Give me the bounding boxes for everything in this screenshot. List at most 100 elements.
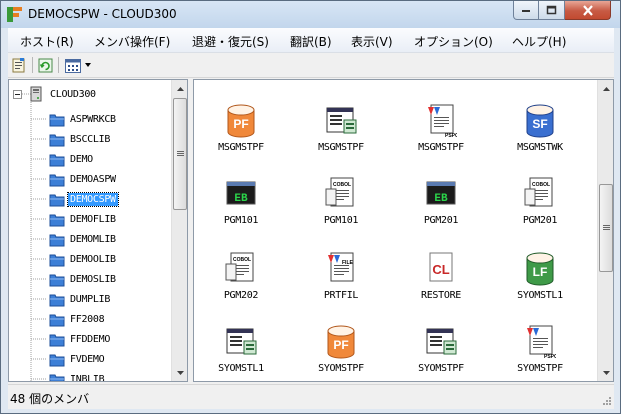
- tree-scrollbar[interactable]: [171, 80, 187, 381]
- minimize-icon: [522, 10, 530, 12]
- member-name: MSGMSTWK: [517, 142, 563, 153]
- member-name: PRTFIL: [323, 290, 359, 301]
- svg-text:PF: PF: [233, 117, 248, 131]
- display-file-icon: [225, 325, 257, 359]
- tree-item-library[interactable]: FFDDEMO: [49, 330, 112, 348]
- tree-root-label: CLOUD300: [50, 88, 96, 100]
- close-icon: [582, 4, 593, 16]
- menu-options[interactable]: オプション(O): [414, 33, 493, 50]
- maximize-button[interactable]: [539, 1, 565, 20]
- cobol-program-icon: COBOL: [524, 177, 556, 211]
- member-name: SYOMSTPF: [517, 363, 563, 374]
- tree-item-library[interactable]: DEMOASPW: [49, 170, 118, 188]
- refresh-button[interactable]: [36, 56, 54, 75]
- tree-item-label: DEMOMLIB: [70, 233, 116, 245]
- member-item[interactable]: LF SYOMSTL1: [498, 250, 582, 320]
- scroll-up-arrow[interactable]: [172, 80, 187, 97]
- tree-item-label: DEMOFLIB: [70, 213, 116, 225]
- toolbar-separator: [32, 57, 33, 73]
- tree-item-library[interactable]: DEMO: [49, 150, 95, 168]
- member-item[interactable]: PF SYOMSTPF: [299, 323, 383, 381]
- member-item[interactable]: SYOMSTL1: [199, 323, 283, 381]
- tree-item-library[interactable]: DUMPLIB: [49, 290, 112, 308]
- library-folder-icon: [49, 154, 65, 166]
- library-folder-icon: [49, 234, 65, 246]
- tree-item-library[interactable]: DEMOSLIB: [49, 270, 118, 288]
- member-item[interactable]: COBOL PGM202: [199, 250, 283, 320]
- library-folder-icon: [49, 354, 65, 366]
- library-folder-icon: [49, 294, 65, 306]
- svg-text:PSPC: PSPC: [445, 133, 457, 138]
- library-folder-icon: [49, 274, 65, 286]
- eb-program-icon: EB: [425, 177, 457, 211]
- logical-file-icon: LF: [524, 252, 556, 286]
- menu-member-operations[interactable]: メンバ操作(F): [94, 33, 170, 50]
- toolbar: [8, 53, 614, 78]
- member-name: PGM101: [223, 215, 259, 226]
- svg-text:LF: LF: [533, 265, 548, 279]
- tree-item-library[interactable]: DEMOCSPW: [49, 190, 119, 208]
- tree-item-library[interactable]: DEMOMLIB: [49, 230, 118, 248]
- member-item[interactable]: CL RESTORE: [399, 250, 483, 320]
- view-mode-button[interactable]: [63, 56, 93, 75]
- member-icon-view[interactable]: PF MSGMSTPF MSGMSTPF PSPC MSGMSTPF SF MSGMSTWK…: [193, 79, 614, 382]
- cobol-program-icon: COBOL: [325, 177, 357, 211]
- tree-item-library[interactable]: INBLIB: [49, 370, 106, 381]
- member-item[interactable]: MSGMSTPF: [299, 102, 383, 172]
- library-tree[interactable]: CLOUD300 ASPWRKCB BSCCLIB DEMO DEMOASPW DEMO…: [8, 79, 188, 382]
- tree-item-library[interactable]: DEMOOLIB: [49, 250, 118, 268]
- resize-grip-icon[interactable]: [600, 394, 612, 406]
- tree-item-library[interactable]: ASPWRKCB: [49, 110, 118, 128]
- member-name: MSGMSTPF: [318, 142, 364, 153]
- menu-help[interactable]: ヘルプ(H): [512, 33, 566, 50]
- collapse-icon[interactable]: [13, 89, 22, 99]
- tree-item-library[interactable]: DEMOFLIB: [49, 210, 118, 228]
- tree-root-node[interactable]: CLOUD300: [13, 85, 98, 103]
- member-item[interactable]: COBOL PGM201: [498, 175, 582, 245]
- scroll-down-arrow[interactable]: [598, 364, 613, 381]
- member-item[interactable]: SYOMSTPF: [399, 323, 483, 381]
- tree-scrollbar-thumb[interactable]: [173, 98, 187, 210]
- tree-item-library[interactable]: BSCCLIB: [49, 130, 112, 148]
- member-name: SYOMSTL1: [218, 363, 264, 374]
- library-folder-icon: [49, 334, 65, 346]
- server-icon: [30, 86, 42, 102]
- svg-text:COBOL: COBOL: [233, 257, 251, 263]
- member-item[interactable]: EB PGM101: [199, 175, 283, 245]
- cl-program-icon: CL: [425, 252, 457, 286]
- display-file-icon: [325, 104, 357, 138]
- eb-program-icon: EB: [225, 177, 257, 211]
- member-item[interactable]: SF MSGMSTWK: [498, 102, 582, 172]
- properties-button[interactable]: [10, 56, 28, 75]
- menu-view[interactable]: 表示(V): [351, 33, 393, 50]
- svg-text:SF: SF: [532, 117, 547, 131]
- member-scrollbar[interactable]: [597, 80, 613, 381]
- tree-item-label: FFDDEMO: [70, 333, 111, 345]
- minimize-button[interactable]: [513, 1, 539, 20]
- member-scrollbar-thumb[interactable]: [599, 184, 613, 272]
- menu-translate[interactable]: 翻訳(B): [290, 33, 332, 50]
- scroll-down-arrow[interactable]: [172, 364, 187, 381]
- member-item[interactable]: FILE PRTFIL: [299, 250, 383, 320]
- tree-item-library[interactable]: FF2008: [49, 310, 106, 328]
- printer-file-icon: FILE: [325, 252, 357, 286]
- member-name: MSGMSTPF: [218, 142, 264, 153]
- tree-item-label: DEMO: [70, 153, 93, 165]
- print-spec-icon: PSPC: [524, 325, 558, 360]
- scroll-up-arrow[interactable]: [598, 80, 613, 97]
- member-item[interactable]: PF MSGMSTPF: [199, 102, 283, 172]
- menu-save-restore[interactable]: 退避・復元(S): [192, 33, 269, 50]
- library-folder-icon: [49, 134, 65, 146]
- physical-file-icon: PF: [225, 104, 257, 138]
- tree-item-library[interactable]: FVDEMO: [49, 350, 106, 368]
- status-bar: 48 個のメンバ: [8, 384, 614, 408]
- menu-host[interactable]: ホスト(R): [20, 33, 74, 50]
- member-item[interactable]: COBOL PGM101: [299, 175, 383, 245]
- member-item[interactable]: PSPC MSGMSTPF: [399, 102, 483, 172]
- member-item[interactable]: EB PGM201: [399, 175, 483, 245]
- member-item[interactable]: PSPC SYOMSTPF: [498, 323, 582, 381]
- library-folder-icon: [49, 214, 65, 226]
- library-folder-icon: [49, 174, 65, 186]
- close-button[interactable]: [565, 1, 611, 20]
- cobol-program-icon: COBOL: [225, 252, 257, 286]
